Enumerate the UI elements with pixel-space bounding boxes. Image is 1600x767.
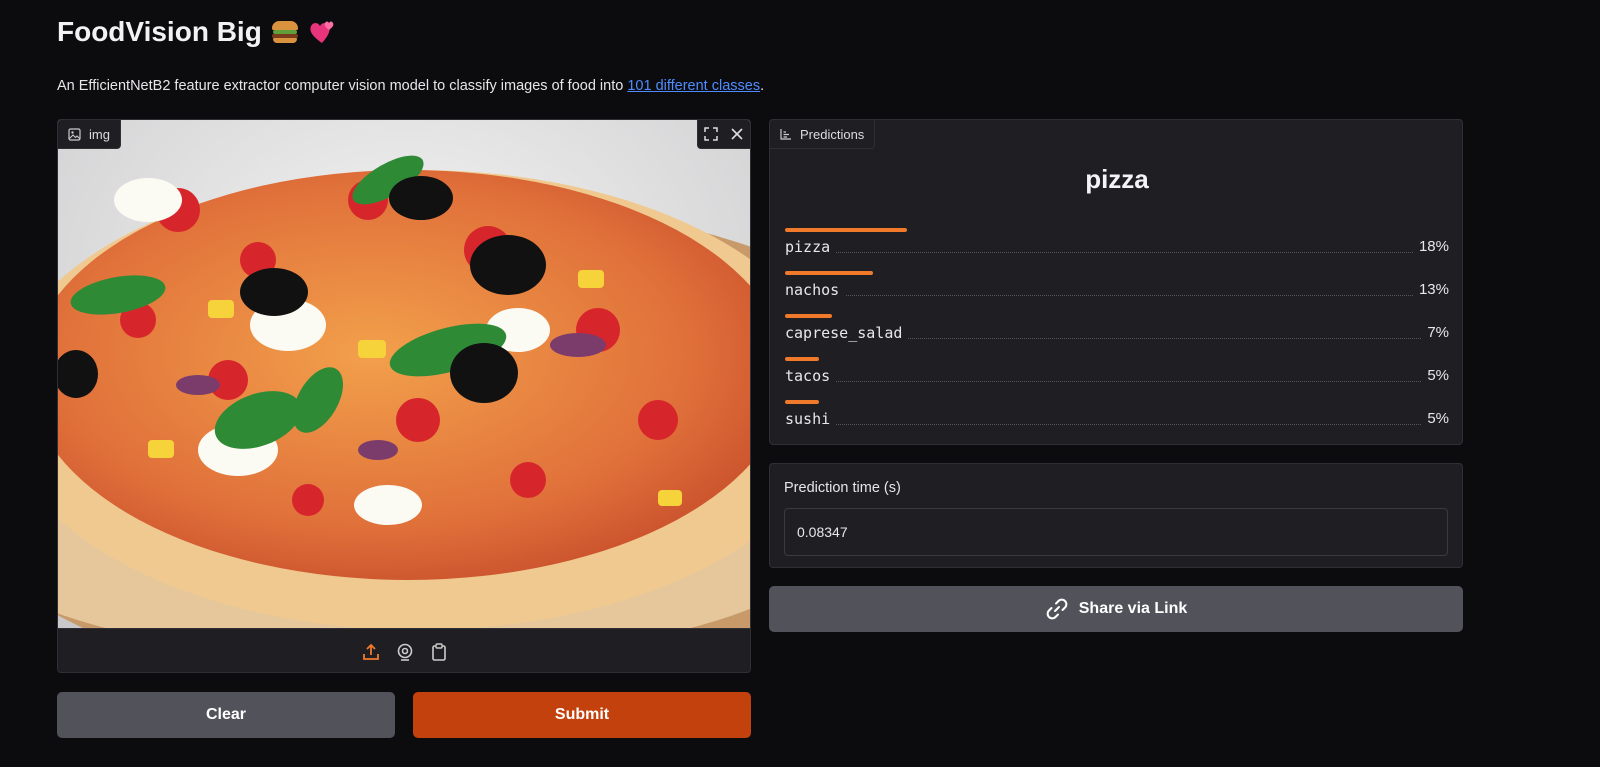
two-hearts-emoji-icon bbox=[310, 21, 334, 43]
prediction-class-name: nachos bbox=[785, 281, 846, 299]
classes-link[interactable]: 101 different classes bbox=[627, 78, 760, 94]
prediction-row: pizza 18% bbox=[785, 228, 1449, 268]
prediction-class-name: caprese_salad bbox=[785, 324, 909, 342]
row-leader-dots bbox=[785, 295, 1449, 296]
upload-icon[interactable] bbox=[361, 642, 381, 662]
image-toolbar bbox=[697, 120, 750, 149]
prediction-confidence: 5% bbox=[1421, 410, 1449, 427]
share-link-button[interactable]: Share via Link bbox=[769, 586, 1463, 632]
link-icon bbox=[1046, 598, 1068, 620]
fullscreen-icon[interactable] bbox=[698, 120, 724, 148]
prediction-time-field[interactable] bbox=[784, 508, 1448, 556]
predictions-label: Predictions bbox=[770, 120, 876, 149]
confidence-bar bbox=[785, 357, 819, 361]
burger-emoji-icon bbox=[271, 21, 298, 43]
prediction-time-label: Prediction time (s) bbox=[784, 480, 901, 496]
image-input-label: img bbox=[58, 120, 121, 149]
description: An EfficientNetB2 feature extractor comp… bbox=[57, 78, 764, 94]
image-input-panel[interactable]: img bbox=[57, 119, 751, 673]
prediction-class-name: tacos bbox=[785, 367, 837, 385]
share-link-label: Share via Link bbox=[1078, 600, 1188, 617]
webcam-icon[interactable] bbox=[395, 642, 415, 662]
prediction-row: sushi 5% bbox=[785, 400, 1449, 440]
prediction-confidence: 18% bbox=[1412, 238, 1449, 255]
top-prediction: pizza bbox=[1085, 164, 1149, 194]
pizza-image bbox=[58, 120, 750, 628]
title-text: FoodVision Big bbox=[57, 16, 262, 47]
clipboard-icon[interactable] bbox=[429, 642, 449, 662]
predictions-label-text: Predictions bbox=[800, 126, 865, 142]
submit-button[interactable]: Submit bbox=[413, 692, 751, 738]
prediction-time-panel: Prediction time (s) bbox=[769, 463, 1463, 568]
prediction-confidence: 7% bbox=[1421, 324, 1449, 341]
image-icon bbox=[68, 127, 81, 141]
row-leader-dots bbox=[785, 252, 1449, 253]
row-leader-dots bbox=[785, 424, 1449, 425]
confidence-bar bbox=[785, 400, 819, 404]
prediction-row: nachos 13% bbox=[785, 271, 1449, 311]
prediction-class-name: sushi bbox=[785, 410, 837, 428]
confidence-bar bbox=[785, 228, 907, 232]
description-text: An EfficientNetB2 feature extractor comp… bbox=[57, 78, 628, 94]
close-icon[interactable] bbox=[724, 120, 750, 148]
image-source-bar bbox=[58, 628, 750, 672]
description-suffix: . bbox=[760, 78, 765, 94]
clear-button[interactable]: Clear bbox=[57, 692, 395, 738]
predictions-panel: Predictions pizza pizza 18% nachos 13% capre… bbox=[769, 119, 1463, 445]
prediction-row: caprese_salad 7% bbox=[785, 314, 1449, 354]
confidence-bar bbox=[785, 314, 832, 318]
bar-chart-icon bbox=[780, 129, 791, 140]
prediction-row: tacos 5% bbox=[785, 357, 1449, 397]
prediction-class-name: pizza bbox=[785, 238, 837, 256]
image-label-text: img bbox=[89, 126, 110, 142]
confidence-bar bbox=[785, 271, 873, 275]
prediction-confidence: 5% bbox=[1421, 367, 1449, 384]
prediction-confidence: 13% bbox=[1412, 281, 1449, 298]
page-title: FoodVision Big bbox=[57, 16, 336, 48]
row-leader-dots bbox=[785, 381, 1449, 382]
